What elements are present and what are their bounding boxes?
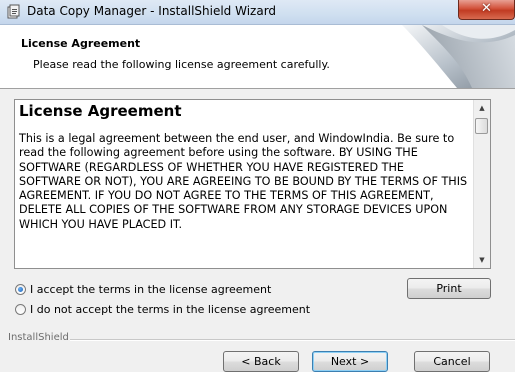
header-swoosh-graphic xyxy=(402,25,515,88)
title-bar: Data Copy Manager - InstallShield Wizard… xyxy=(0,0,515,25)
scroll-down-icon[interactable]: ▼ xyxy=(474,252,490,268)
decline-label[interactable]: I do not accept the terms in the license… xyxy=(30,303,310,316)
scroll-up-icon[interactable]: ▲ xyxy=(474,100,490,116)
accept-radio[interactable] xyxy=(15,284,26,295)
window-title: Data Copy Manager - InstallShield Wizard xyxy=(27,4,277,18)
footer-divider xyxy=(70,339,515,341)
vertical-scrollbar[interactable]: ▲ ▼ xyxy=(473,100,490,268)
print-button[interactable]: Print xyxy=(407,278,491,299)
license-content: License Agreement This is a legal agreem… xyxy=(19,102,469,232)
close-button[interactable]: ✕ xyxy=(458,0,515,20)
wizard-header: License Agreement Please read the follow… xyxy=(0,25,515,89)
header-subtitle: Please read the following license agreem… xyxy=(33,58,330,71)
accept-label[interactable]: I accept the terms in the license agreem… xyxy=(30,283,271,296)
installer-icon xyxy=(7,4,20,19)
close-icon: ✕ xyxy=(481,1,492,16)
radio-selected-dot xyxy=(18,287,23,292)
license-text-box[interactable]: License Agreement This is a legal agreem… xyxy=(14,99,491,269)
scrollbar-thumb[interactable] xyxy=(475,118,488,134)
license-body-text: This is a legal agreement between the en… xyxy=(19,132,468,231)
decline-radio[interactable] xyxy=(15,304,26,315)
accept-option[interactable]: I accept the terms in the license agreem… xyxy=(15,282,271,297)
header-title: License Agreement xyxy=(21,37,141,50)
installshield-brand-label: InstallShield xyxy=(8,332,69,343)
decline-option[interactable]: I do not accept the terms in the license… xyxy=(15,302,310,317)
license-heading: License Agreement xyxy=(19,102,182,120)
